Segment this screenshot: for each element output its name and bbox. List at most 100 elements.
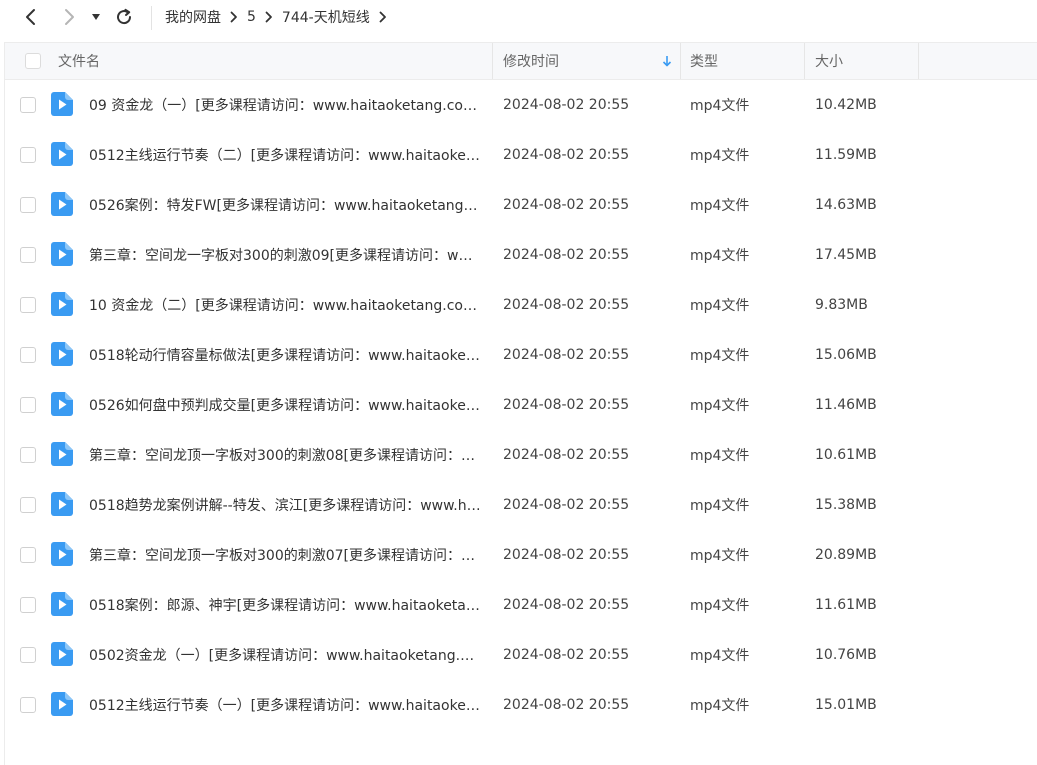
file-name[interactable]: 10 资金龙（二）[更多课程请访问：www.haitaoketang.com].… <box>89 295 481 315</box>
file-name[interactable]: 0518案例：郎源、神宇[更多课程请访问：www.haitaoketang.co… <box>89 595 481 615</box>
file-type: mp4文件 <box>690 98 750 114</box>
column-header-name[interactable]: 文件名 <box>58 43 100 79</box>
file-name-cell[interactable]: 09 资金龙（一）[更多课程请访问：www.haitaoketang.com].… <box>89 80 481 130</box>
file-list: 09 资金龙（一）[更多课程请访问：www.haitaoketang.com].… <box>5 80 1037 730</box>
table-row[interactable]: 第三章：空间龙顶一字板对300的刺激07[更多课程请访问：www.haitaok… <box>5 530 1037 580</box>
file-name[interactable]: 第三章：空间龙顶一字板对300的刺激08[更多课程请访问：www.haitaok… <box>89 445 481 465</box>
select-all-checkbox[interactable] <box>25 43 41 79</box>
checkbox-box <box>20 647 36 663</box>
file-type: mp4文件 <box>690 248 750 264</box>
history-dropdown-button[interactable] <box>86 4 106 30</box>
column-header-modified[interactable]: 修改时间 <box>503 43 559 79</box>
row-checkbox[interactable] <box>20 180 36 230</box>
file-modified: 2024-08-02 20:55 <box>503 247 630 263</box>
table-row[interactable]: 0512主线运行节奏（一）[更多课程请访问：www.haitaoketang.c… <box>5 680 1037 730</box>
file-name-cell[interactable]: 0512主线运行节奏（二）[更多课程请访问：www.haitaoketang.c… <box>89 130 481 180</box>
file-name-cell[interactable]: 第三章：空间龙顶一字板对300的刺激07[更多课程请访问：www.haitaok… <box>89 530 481 580</box>
row-checkbox[interactable] <box>20 630 36 680</box>
file-name[interactable]: 第三章：空间龙一字板对300的刺激09[更多课程请访问：www.haitaoke… <box>89 245 481 265</box>
breadcrumb-item-root[interactable]: 我的网盘 <box>165 7 221 27</box>
row-checkbox[interactable] <box>20 330 36 380</box>
back-button[interactable] <box>18 4 44 30</box>
file-name[interactable]: 0512主线运行节奏（一）[更多课程请访问：www.haitaoketang.c… <box>89 695 481 715</box>
file-name[interactable]: 0518趋势龙案例讲解--特发、滨江[更多课程请访问：www.haitaoket… <box>89 495 481 515</box>
checkbox-box <box>20 697 36 713</box>
table-row[interactable]: 0526如何盘中预判成交量[更多课程请访问：www.haitaoketang.c… <box>5 380 1037 430</box>
file-name-cell[interactable]: 第三章：空间龙一字板对300的刺激09[更多课程请访问：www.haitaoke… <box>89 230 481 280</box>
file-modified: 2024-08-02 20:55 <box>503 147 630 163</box>
table-row[interactable]: 0518趋势龙案例讲解--特发、滨江[更多课程请访问：www.haitaoket… <box>5 480 1037 530</box>
table-row[interactable]: 10 资金龙（二）[更多课程请访问：www.haitaoketang.com].… <box>5 280 1037 330</box>
column-header-type[interactable]: 类型 <box>690 43 718 79</box>
file-name-cell[interactable]: 0518趋势龙案例讲解--特发、滨江[更多课程请访问：www.haitaoket… <box>89 480 481 530</box>
forward-button[interactable] <box>56 4 82 30</box>
table-row[interactable]: 0512主线运行节奏（二）[更多课程请访问：www.haitaoketang.c… <box>5 130 1037 180</box>
checkbox-box <box>20 597 36 613</box>
video-file-icon <box>51 192 73 216</box>
file-name-cell[interactable]: 0518案例：郎源、神宇[更多课程请访问：www.haitaoketang.co… <box>89 580 481 630</box>
sort-indicator[interactable] <box>662 43 672 79</box>
file-name-cell[interactable]: 第三章：空间龙顶一字板对300的刺激08[更多课程请访问：www.haitaok… <box>89 430 481 480</box>
file-name[interactable]: 0502资金龙（一）[更多课程请访问：www.haitaoketang.com]… <box>89 645 481 665</box>
file-name[interactable]: 0526如何盘中预判成交量[更多课程请访问：www.haitaoketang.c… <box>89 395 481 415</box>
row-checkbox[interactable] <box>20 480 36 530</box>
table-row[interactable]: 第三章：空间龙一字板对300的刺激09[更多课程请访问：www.haitaoke… <box>5 230 1037 280</box>
file-name-cell[interactable]: 0512主线运行节奏（一）[更多课程请访问：www.haitaoketang.c… <box>89 680 481 730</box>
column-divider <box>492 43 493 79</box>
video-file-icon <box>51 292 73 316</box>
column-divider <box>918 43 919 79</box>
video-file-icon <box>51 642 73 666</box>
file-name-cell[interactable]: 0518轮动行情容量标做法[更多课程请访问：www.haitaoketang.c… <box>89 330 481 380</box>
file-size: 11.61MB <box>815 597 877 613</box>
file-size: 14.63MB <box>815 197 877 213</box>
file-type: mp4文件 <box>690 648 750 664</box>
row-checkbox[interactable] <box>20 530 36 580</box>
file-name[interactable]: 第三章：空间龙顶一字板对300的刺激07[更多课程请访问：www.haitaok… <box>89 545 481 565</box>
checkbox-box <box>20 347 36 363</box>
file-size: 10.61MB <box>815 447 877 463</box>
chevron-right-icon[interactable] <box>379 11 387 23</box>
row-checkbox[interactable] <box>20 580 36 630</box>
checkbox-box <box>20 547 36 563</box>
checkbox-box <box>20 497 36 513</box>
checkbox-box <box>20 197 36 213</box>
file-size: 17.45MB <box>815 247 877 263</box>
video-file-icon <box>51 692 73 716</box>
row-checkbox[interactable] <box>20 130 36 180</box>
checkbox-box <box>20 247 36 263</box>
file-name-cell[interactable]: 10 资金龙（二）[更多课程请访问：www.haitaoketang.com].… <box>89 280 481 330</box>
table-row[interactable]: 0518案例：郎源、神宇[更多课程请访问：www.haitaoketang.co… <box>5 580 1037 630</box>
file-name[interactable]: 0518轮动行情容量标做法[更多课程请访问：www.haitaoketang.c… <box>89 345 481 365</box>
file-name[interactable]: 0526案例：特发FW[更多课程请访问：www.haitaoketang.com… <box>89 195 481 215</box>
arrow-down-icon <box>662 56 672 67</box>
file-size: 15.06MB <box>815 347 877 363</box>
table-row[interactable]: 第三章：空间龙顶一字板对300的刺激08[更多课程请访问：www.haitaok… <box>5 430 1037 480</box>
breadcrumb-item-current[interactable]: 744-天机短线 <box>282 7 370 27</box>
table-row[interactable]: 09 资金龙（一）[更多课程请访问：www.haitaoketang.com].… <box>5 80 1037 130</box>
file-name-cell[interactable]: 0526案例：特发FW[更多课程请访问：www.haitaoketang.com… <box>89 180 481 230</box>
file-name[interactable]: 0512主线运行节奏（二）[更多课程请访问：www.haitaoketang.c… <box>89 145 481 165</box>
table-row[interactable]: 0526案例：特发FW[更多课程请访问：www.haitaoketang.com… <box>5 180 1037 230</box>
checkbox-box <box>20 447 36 463</box>
file-modified: 2024-08-02 20:55 <box>503 197 630 213</box>
refresh-button[interactable] <box>111 4 137 30</box>
row-checkbox[interactable] <box>20 80 36 130</box>
file-list-header: 文件名 修改时间 类型 大小 <box>5 42 1037 80</box>
file-type: mp4文件 <box>690 298 750 314</box>
file-name-cell[interactable]: 0502资金龙（一）[更多课程请访问：www.haitaoketang.com]… <box>89 630 481 680</box>
file-name[interactable]: 09 资金龙（一）[更多课程请访问：www.haitaoketang.com].… <box>89 95 481 115</box>
row-checkbox[interactable] <box>20 380 36 430</box>
file-size: 10.42MB <box>815 97 877 113</box>
file-type: mp4文件 <box>690 348 750 364</box>
row-checkbox[interactable] <box>20 430 36 480</box>
row-checkbox[interactable] <box>20 680 36 730</box>
row-checkbox[interactable] <box>20 230 36 280</box>
breadcrumb-item-folder[interactable]: 5 <box>247 9 256 25</box>
table-row[interactable]: 0518轮动行情容量标做法[更多课程请访问：www.haitaoketang.c… <box>5 330 1037 380</box>
table-row[interactable]: 0502资金龙（一）[更多课程请访问：www.haitaoketang.com]… <box>5 630 1037 680</box>
file-name-cell[interactable]: 0526如何盘中预判成交量[更多课程请访问：www.haitaoketang.c… <box>89 380 481 430</box>
chevron-right-icon <box>265 11 273 23</box>
column-header-size[interactable]: 大小 <box>815 43 843 79</box>
checkbox-box <box>20 97 36 113</box>
row-checkbox[interactable] <box>20 280 36 330</box>
